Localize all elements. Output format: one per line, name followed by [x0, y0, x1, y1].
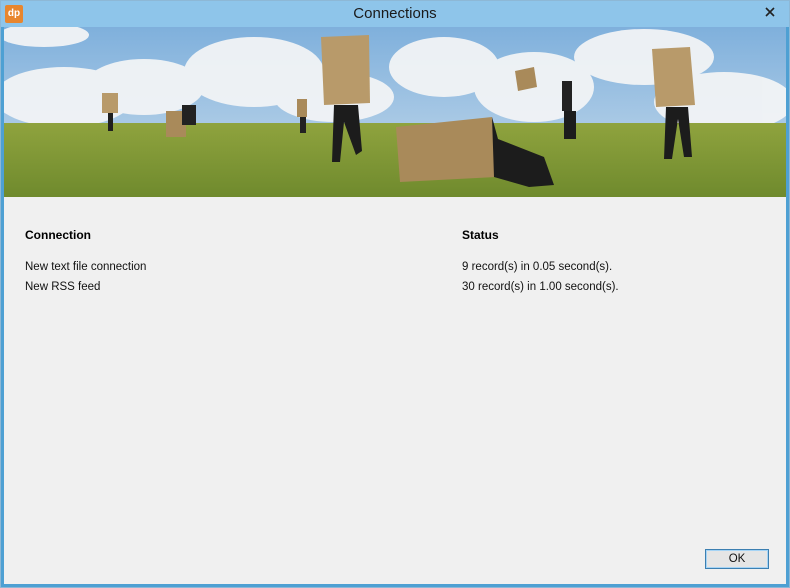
- connection-status: 30 record(s) in 1.00 second(s).: [462, 281, 619, 293]
- dialog-body: Connection Status New text file connecti…: [4, 27, 786, 584]
- connection-status: 9 record(s) in 0.05 second(s).: [462, 261, 613, 273]
- window-title: Connections: [353, 5, 437, 22]
- status-column-header: Status: [462, 228, 499, 242]
- title-bar[interactable]: dp Connections: [1, 1, 789, 27]
- connection-column-header: Connection: [25, 228, 91, 242]
- close-icon: [765, 7, 775, 17]
- connections-window: dp Connections Connection Status New tex…: [0, 0, 790, 588]
- connection-name[interactable]: New text file connection: [25, 261, 146, 273]
- banner-image: [4, 27, 786, 197]
- ok-button[interactable]: OK: [705, 549, 769, 569]
- close-button[interactable]: [755, 2, 785, 22]
- connection-name[interactable]: New RSS feed: [25, 281, 100, 293]
